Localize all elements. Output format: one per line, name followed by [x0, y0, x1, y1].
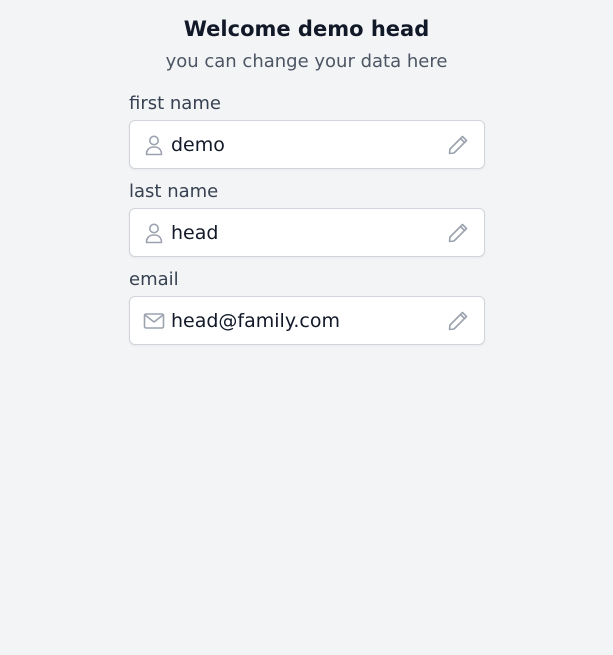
email-field-group: email head@family.com: [129, 267, 485, 345]
pencil-icon[interactable]: [446, 309, 470, 333]
email-label: email: [129, 269, 179, 290]
first-name-field-group: first name demo: [129, 91, 485, 169]
page-header: Welcome demo head you can change your da…: [0, 14, 613, 75]
pencil-icon[interactable]: [446, 133, 470, 157]
mail-icon: [143, 310, 165, 332]
profile-form: first name demo last name head email hea…: [129, 91, 485, 355]
email-field[interactable]: head@family.com: [129, 296, 485, 345]
last-name-field[interactable]: head: [129, 208, 485, 257]
first-name-label: first name: [129, 93, 221, 114]
last-name-label: last name: [129, 181, 219, 202]
pencil-icon[interactable]: [446, 221, 470, 245]
email-value[interactable]: head@family.com: [171, 309, 446, 333]
user-icon: [143, 134, 165, 156]
first-name-value[interactable]: demo: [171, 133, 446, 157]
last-name-value[interactable]: head: [171, 221, 446, 245]
first-name-field[interactable]: demo: [129, 120, 485, 169]
page-subtitle: you can change your data here: [165, 51, 448, 72]
last-name-field-group: last name head: [129, 179, 485, 257]
page-title: Welcome demo head: [183, 17, 430, 41]
user-icon: [143, 222, 165, 244]
